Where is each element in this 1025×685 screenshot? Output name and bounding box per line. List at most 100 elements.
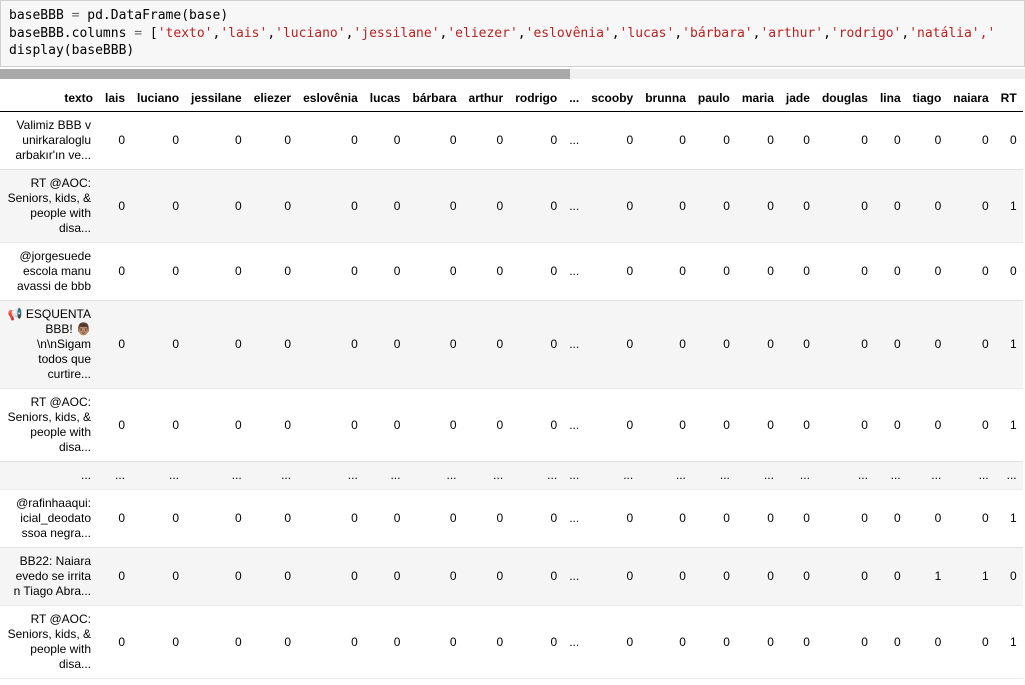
cell: 0 [692,547,736,605]
cell: 0 [692,169,736,242]
table-row: RT @AOC: Seniors, kids, & people with di… [0,605,1023,678]
cell: 0 [780,111,816,169]
cell: 0 [406,242,462,300]
cell: 0 [692,300,736,388]
code-line-2: baseBBB.columns = ['texto','lais','lucia… [9,26,995,41]
cell: 0 [406,169,462,242]
cell: 0 [297,547,364,605]
cell: 0 [816,169,874,242]
cell: 0 [995,547,1023,605]
cell: 0 [947,605,994,678]
cell: ... [907,461,948,489]
cell: 0 [364,300,407,388]
cell: 0 [463,242,510,300]
cell: 0 [639,605,692,678]
cell: 0 [585,111,639,169]
cell: ... [995,461,1023,489]
table-row: ........................................… [0,461,1023,489]
cell: 0 [131,300,185,388]
cell: 0 [509,388,563,461]
cell: 0 [463,169,510,242]
cell: 0 [907,388,948,461]
cell: ... [563,242,585,300]
cell: 1 [995,605,1023,678]
code-line-3: display(baseBBB) [9,43,134,58]
cell: 0 [585,388,639,461]
cell: 0 [406,605,462,678]
table-row: RT @AOC: Seniors, kids, & people with di… [0,388,1023,461]
cell: 0 [585,242,639,300]
cell: 0 [463,547,510,605]
table-row: BB22: Naiara evedo se irrita n Tiago Abr… [0,547,1023,605]
cell: 0 [639,300,692,388]
cell: 0 [131,388,185,461]
dataframe-table: textolaislucianojessilaneeliezereslovêni… [0,85,1023,679]
cell: 0 [947,242,994,300]
cell: 0 [947,111,994,169]
column-header: paulo [692,85,736,112]
cell: 0 [780,242,816,300]
cell: 0 [907,489,948,547]
cell: 0 [907,242,948,300]
cell: 0 [585,300,639,388]
cell: 0 [874,111,907,169]
cell: ... [585,461,639,489]
row-index: 📢 ESQUENTA BBB! 👨🏽\n\nSigam todos que cu… [0,300,99,388]
cell: 0 [947,300,994,388]
horizontal-scrollbar[interactable] [0,69,1025,79]
cell: ... [364,461,407,489]
cell: ... [563,169,585,242]
cell: 0 [509,547,563,605]
column-header: jessilane [185,85,248,112]
cell: 0 [463,388,510,461]
cell: 0 [736,300,780,388]
cell: 1 [995,169,1023,242]
cell: 0 [297,489,364,547]
cell: ... [563,300,585,388]
cell: 0 [185,388,248,461]
row-index: RT @AOC: Seniors, kids, & people with di… [0,605,99,678]
cell: 0 [463,111,510,169]
cell: ... [297,461,364,489]
column-header: lina [874,85,907,112]
scrollbar-thumb[interactable] [0,69,570,79]
cell: 0 [131,605,185,678]
cell: 0 [639,169,692,242]
cell: 0 [780,605,816,678]
cell: 0 [736,169,780,242]
table-row: RT @AOC: Seniors, kids, & people with di… [0,169,1023,242]
cell: 0 [816,300,874,388]
cell: 0 [463,605,510,678]
column-header: brunna [639,85,692,112]
cell: 0 [364,605,407,678]
cell: 0 [780,547,816,605]
cell: 0 [248,388,297,461]
cell: 0 [297,300,364,388]
cell: 0 [947,169,994,242]
code-cell[interactable]: baseBBB = pd.DataFrame(base) baseBBB.col… [0,0,1025,67]
cell: 0 [99,242,131,300]
cell: 0 [816,111,874,169]
cell: 0 [131,489,185,547]
row-index: @rafinhaaqui: icial_deodato ssoa negra..… [0,489,99,547]
cell: 0 [509,169,563,242]
cell: 0 [874,605,907,678]
cell: 0 [248,547,297,605]
cell: 0 [364,242,407,300]
column-header: luciano [131,85,185,112]
row-index: RT @AOC: Seniors, kids, & people with di… [0,169,99,242]
cell: ... [248,461,297,489]
cell: ... [185,461,248,489]
cell: 0 [692,388,736,461]
cell: 0 [406,547,462,605]
cell: 0 [509,489,563,547]
cell: 0 [297,169,364,242]
cell: ... [780,461,816,489]
cell: 0 [907,300,948,388]
cell: 0 [692,489,736,547]
cell: 0 [248,111,297,169]
cell: 0 [99,605,131,678]
table-row: 📢 ESQUENTA BBB! 👨🏽\n\nSigam todos que cu… [0,300,1023,388]
cell: 0 [248,300,297,388]
cell: 0 [406,300,462,388]
